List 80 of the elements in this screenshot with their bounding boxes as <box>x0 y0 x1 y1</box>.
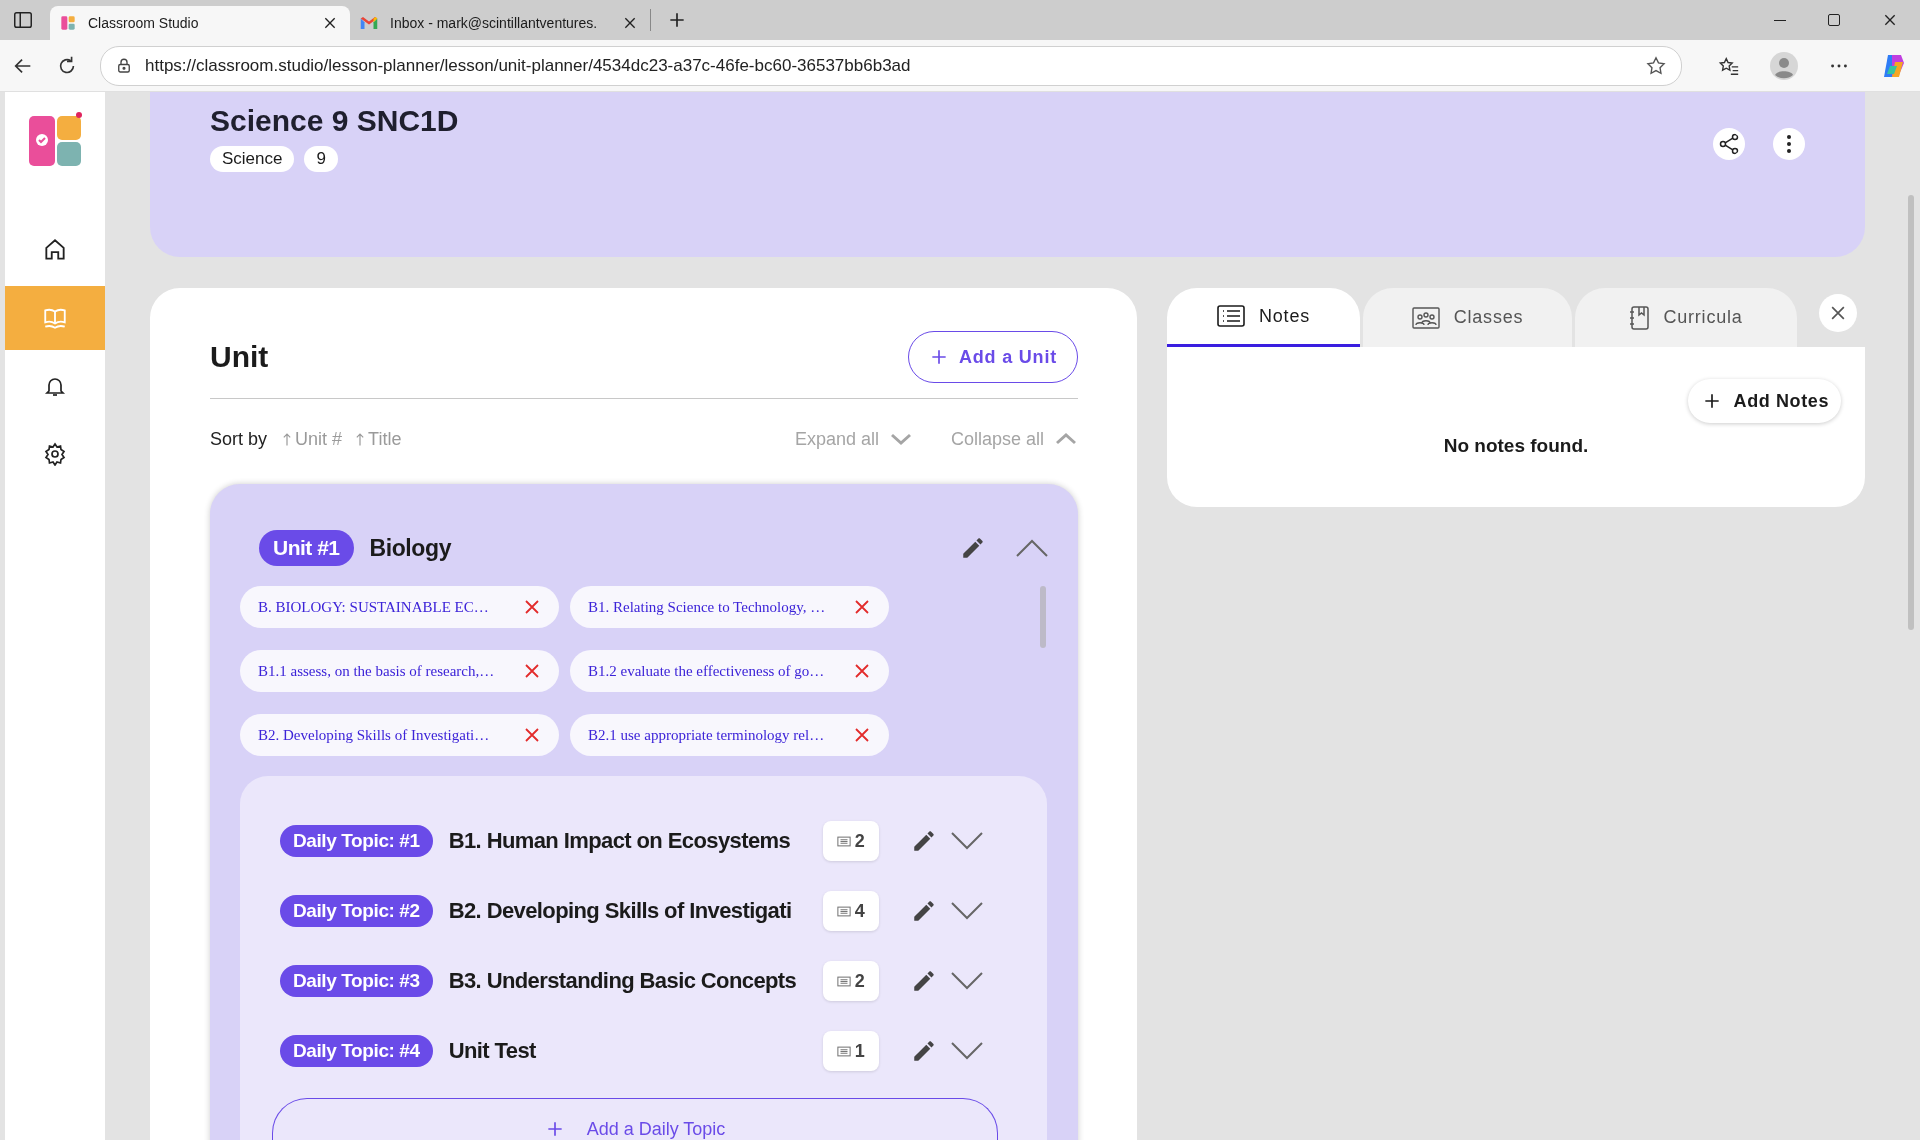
classroom-icon <box>1411 306 1440 329</box>
list-icon <box>1217 305 1245 327</box>
add-notes-button[interactable]: Add Notes <box>1687 379 1841 423</box>
home-icon <box>42 237 68 263</box>
browser-tab[interactable]: Classroom Studio <box>50 6 350 40</box>
notes-count: 4 <box>822 891 879 931</box>
close-icon[interactable] <box>322 15 338 31</box>
note-icon <box>836 835 851 847</box>
new-tab-icon[interactable] <box>667 10 687 30</box>
notes-count: 2 <box>822 821 879 861</box>
remove-icon[interactable] <box>853 726 871 744</box>
close-button[interactable] <box>1819 293 1857 332</box>
panel-tab[interactable]: Curricula <box>1575 288 1797 347</box>
topic-badge: Daily Topic: #1 <box>280 825 433 857</box>
tag-text: B2.1 use appropriate terminology rel… <box>588 726 826 744</box>
arrow-up-icon <box>283 431 292 447</box>
mail-icon <box>360 16 378 30</box>
collapse-icon[interactable] <box>1016 538 1048 558</box>
more-icon[interactable] <box>1773 128 1805 160</box>
sort-label: Sort by <box>210 428 268 450</box>
section-title: Unit <box>210 340 269 374</box>
remove-icon[interactable] <box>523 598 541 616</box>
notes-count: 1 <box>822 1031 879 1071</box>
url-text: https://classroom.studio/lesson-planner/lesson/unit-planner/4534dc23-a37c-46fe-bc60-36537bb6b3ad <box>145 55 912 76</box>
expand-icon[interactable] <box>950 1041 983 1061</box>
panel-tab[interactable]: Classes <box>1363 288 1572 347</box>
tab-title: Inbox - mark@scintillantventures. <box>390 15 599 31</box>
remove-icon[interactable] <box>523 726 541 744</box>
tag-text: B1.1 assess, on the basis of research,… <box>258 662 496 680</box>
notebook-icon <box>1629 305 1650 330</box>
arrow-up-icon <box>356 431 365 447</box>
topic-badge: Daily Topic: #4 <box>280 1035 433 1067</box>
restore-icon[interactable] <box>1828 14 1840 26</box>
course-tag: Science <box>210 146 295 172</box>
topic-title: B3. Understanding Basic Concepts <box>448 968 798 994</box>
add-topic-button[interactable]: Add a Daily Topic <box>272 1098 998 1140</box>
minimize-icon[interactable] <box>1774 19 1786 21</box>
unit-badge: Unit #1 <box>259 530 354 566</box>
remove-icon[interactable] <box>523 662 541 680</box>
topic-title: Unit Test <box>448 1038 537 1064</box>
lock-icon[interactable] <box>115 56 133 75</box>
browser-tab[interactable]: Inbox - mark@scintillantventures. <box>350 6 650 40</box>
topic-badge: Daily Topic: #2 <box>280 895 433 927</box>
app-logo-icon[interactable] <box>27 112 83 168</box>
tag-text: B2. Developing Skills of Investigati… <box>258 726 491 744</box>
scrollbar-thumb[interactable] <box>1040 586 1046 648</box>
tag-text: B1. Relating Science to Technology, … <box>588 598 827 616</box>
panel-tab[interactable]: Notes <box>1167 288 1360 347</box>
close-icon[interactable] <box>622 15 638 31</box>
expand-icon[interactable] <box>950 831 983 851</box>
profile-icon[interactable] <box>1770 51 1798 80</box>
app-logo-icon <box>60 15 76 31</box>
close-icon[interactable] <box>1882 12 1898 28</box>
note-icon <box>836 905 851 917</box>
favorite-icon[interactable] <box>1645 54 1667 77</box>
edit-icon[interactable] <box>960 535 986 561</box>
remove-icon[interactable] <box>853 598 871 616</box>
note-icon <box>836 1045 851 1057</box>
course-title: Science 9 SNC1D <box>210 104 459 138</box>
settings-icon <box>43 442 67 466</box>
topic-title: B1. Human Impact on Ecosystems <box>448 828 792 854</box>
topic-title: B2. Developing Skills of Investigati <box>448 898 793 924</box>
scrollbar-thumb[interactable] <box>1908 195 1914 630</box>
share-icon[interactable] <box>1713 128 1745 160</box>
notes-count: 2 <box>822 961 879 1001</box>
tag-text: B. BIOLOGY: SUSTAINABLE EC… <box>258 598 490 616</box>
note-icon <box>836 975 851 987</box>
remove-icon[interactable] <box>853 662 871 680</box>
add-unit-button[interactable]: Add a Unit <box>908 331 1078 383</box>
plus-icon <box>929 347 949 367</box>
expand-icon[interactable] <box>950 901 983 921</box>
topic-badge: Daily Topic: #3 <box>280 965 433 997</box>
tag-text: B1.2 evaluate the effectiveness of go… <box>588 662 826 680</box>
address-bar[interactable]: https://classroom.studio/lesson-planner/lesson/unit-planner/4534dc23-a37c-46fe-bc60-36537bb6b3ad <box>100 45 1682 86</box>
sidebar-toggle-icon[interactable] <box>12 9 34 31</box>
empty-message: No notes found. <box>1443 435 1589 457</box>
expand-icon[interactable] <box>950 971 983 991</box>
unit-name: Biology <box>369 534 452 562</box>
course-tag: 9 <box>304 146 338 172</box>
tab-title: Classroom Studio <box>88 15 200 31</box>
